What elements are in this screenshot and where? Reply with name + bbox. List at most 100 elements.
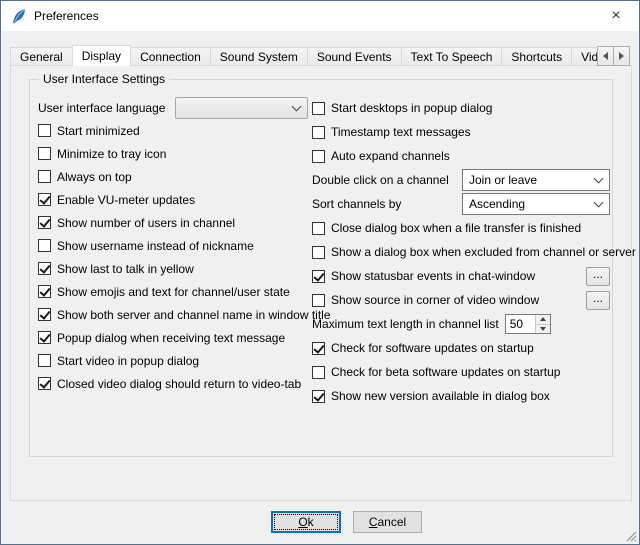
- checkbox-label: Closed video dialog should return to vid…: [57, 377, 301, 391]
- checkbox-video-return-tab[interactable]: [38, 377, 51, 390]
- checkbox-new-version-dialog[interactable]: [312, 390, 325, 403]
- checkbox-label: Show last to talk in yellow: [57, 262, 194, 276]
- user-interface-settings-group: User Interface Settings User interface l…: [29, 79, 613, 457]
- cancel-button-label: Cancel: [369, 515, 406, 529]
- checkbox-statusbar-events[interactable]: [312, 270, 325, 283]
- chevron-down-icon: [594, 198, 604, 208]
- ok-button[interactable]: Ok: [271, 511, 341, 533]
- spin-buttons: [535, 315, 550, 333]
- checkbox-row: Show username instead of nickname: [38, 234, 308, 257]
- checkbox-start-minimized[interactable]: [38, 124, 51, 137]
- checkbox-timestamp-messages[interactable]: [312, 126, 325, 139]
- checkbox-label: Check for beta software updates on start…: [331, 365, 560, 379]
- arrow-right-icon: [619, 52, 624, 60]
- checkbox-label: Check for software updates on startup: [331, 341, 534, 355]
- checkbox-row: Timestamp text messages: [312, 120, 610, 144]
- checkbox-label: Show number of users in channel: [57, 216, 235, 230]
- app-feather-icon: [10, 8, 27, 25]
- checkbox-row: Always on top: [38, 165, 308, 188]
- window-title: Preferences: [34, 9, 99, 23]
- max-text-length-row: Maximum text length in channel list 50: [312, 312, 610, 336]
- sort-channels-combo[interactable]: Ascending: [462, 193, 610, 215]
- sort-channels-combo-value: Ascending: [469, 197, 591, 211]
- max-text-length-label: Maximum text length in channel list: [312, 317, 499, 331]
- close-button[interactable]: ×: [593, 1, 639, 31]
- sort-channels-label: Sort channels by: [312, 197, 401, 211]
- checkbox-excluded-dialog[interactable]: [312, 246, 325, 259]
- left-column: User interface language Start minimized …: [38, 96, 308, 395]
- checkbox-label: Close dialog box when a file transfer is…: [331, 221, 581, 235]
- checkbox-row: Closed video dialog should return to vid…: [38, 372, 308, 395]
- statusbar-events-row: Show statusbar events in chat-window ...: [312, 264, 610, 288]
- max-text-length-spinbox[interactable]: 50: [505, 314, 551, 334]
- tab-display[interactable]: Display: [72, 45, 131, 66]
- checkbox-show-username[interactable]: [38, 239, 51, 252]
- checkbox-server-channel-title[interactable]: [38, 308, 51, 321]
- checkbox-auto-expand-channels[interactable]: [312, 150, 325, 163]
- checkbox-label: Show a dialog box when excluded from cha…: [331, 245, 636, 259]
- tab-shortcuts[interactable]: Shortcuts: [501, 47, 572, 66]
- checkbox-popup-text-message[interactable]: [38, 331, 51, 344]
- title-bar[interactable]: Preferences ×: [1, 1, 639, 31]
- tab-general[interactable]: General: [10, 47, 73, 66]
- checkbox-label: Show statusbar events in chat-window: [331, 269, 535, 283]
- checkbox-start-desktops-popup[interactable]: [312, 102, 325, 115]
- checkbox-row: Minimize to tray icon: [38, 142, 308, 165]
- checkbox-label: Always on top: [57, 170, 132, 184]
- tab-sound-system[interactable]: Sound System: [210, 47, 308, 66]
- checkbox-label: Start desktops in popup dialog: [331, 101, 492, 115]
- checkbox-start-video-popup[interactable]: [38, 354, 51, 367]
- checkbox-software-updates[interactable]: [312, 342, 325, 355]
- checkbox-row: Show both server and channel name in win…: [38, 303, 308, 326]
- checkbox-label: Timestamp text messages: [331, 125, 471, 139]
- checkbox-label: Show username instead of nickname: [57, 239, 254, 253]
- checkbox-always-on-top[interactable]: [38, 170, 51, 183]
- spin-up-button[interactable]: [536, 315, 550, 325]
- checkbox-emojis-text-state[interactable]: [38, 285, 51, 298]
- statusbar-events-more-button[interactable]: ...: [586, 267, 610, 286]
- double-click-label: Double click on a channel: [312, 173, 449, 187]
- tab-scroll-control: [598, 46, 630, 66]
- checkbox-row: Show last to talk in yellow: [38, 257, 308, 280]
- language-combo[interactable]: [175, 97, 308, 119]
- right-column: Start desktops in popup dialog Timestamp…: [312, 96, 610, 408]
- video-source-more-button[interactable]: ...: [586, 291, 610, 310]
- tab-text-to-speech[interactable]: Text To Speech: [401, 47, 503, 66]
- language-label: User interface language: [38, 101, 165, 115]
- tab-connection[interactable]: Connection: [130, 47, 211, 66]
- video-source-row: Show source in corner of video window ..…: [312, 288, 610, 312]
- checkbox-row: Close dialog box when a file transfer is…: [312, 216, 610, 240]
- double-click-combo[interactable]: Join or leave: [462, 169, 610, 191]
- checkbox-beta-updates[interactable]: [312, 366, 325, 379]
- tab-bar: General Display Connection Sound System …: [10, 45, 632, 66]
- checkbox-label: Popup dialog when receiving text message: [57, 331, 285, 345]
- tab-scroll-left-button[interactable]: [597, 46, 614, 66]
- checkbox-row: Check for beta software updates on start…: [312, 360, 610, 384]
- double-click-row: Double click on a channel Join or leave: [312, 168, 610, 192]
- resize-grip-handle[interactable]: [624, 529, 637, 542]
- checkbox-label: Show source in corner of video window: [331, 293, 539, 307]
- tab-scroll-right-button[interactable]: [613, 46, 630, 66]
- max-text-length-value: 50: [506, 315, 535, 333]
- language-row: User interface language: [38, 96, 308, 119]
- checkbox-label: Auto expand channels: [331, 149, 450, 163]
- sort-channels-row: Sort channels by Ascending: [312, 192, 610, 216]
- arrow-left-icon: [603, 52, 608, 60]
- checkbox-vu-meter-updates[interactable]: [38, 193, 51, 206]
- checkbox-show-user-count[interactable]: [38, 216, 51, 229]
- spin-down-button[interactable]: [536, 325, 550, 334]
- cancel-button[interactable]: Cancel: [353, 511, 422, 533]
- checkbox-row: Start minimized: [38, 119, 308, 142]
- chevron-down-icon: [292, 101, 302, 111]
- checkbox-label: Show new version available in dialog box: [331, 389, 550, 403]
- ok-button-label: Ok: [298, 515, 313, 529]
- checkbox-last-talk-yellow[interactable]: [38, 262, 51, 275]
- checkbox-minimize-to-tray[interactable]: [38, 147, 51, 160]
- checkbox-label: Start video in popup dialog: [57, 354, 199, 368]
- checkbox-row: Show new version available in dialog box: [312, 384, 610, 408]
- checkbox-label: Show emojis and text for channel/user st…: [57, 285, 290, 299]
- checkbox-video-source-corner[interactable]: [312, 294, 325, 307]
- checkbox-close-on-file-transfer[interactable]: [312, 222, 325, 235]
- tab-sound-events[interactable]: Sound Events: [307, 47, 402, 66]
- checkbox-row: Enable VU-meter updates: [38, 188, 308, 211]
